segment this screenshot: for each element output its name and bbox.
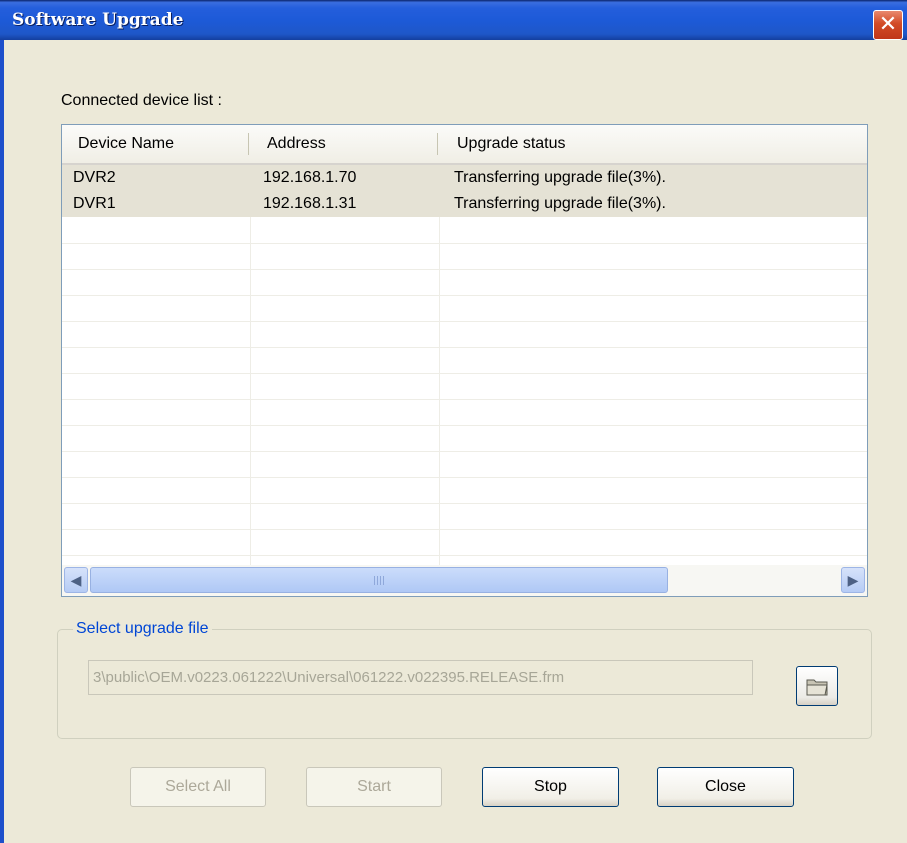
grid-line [62,477,867,478]
arrow-right-icon: ▶ [847,572,859,588]
grid-line [62,555,867,556]
cell-upgrade-status: Transferring upgrade file(3%). [454,195,666,212]
software-upgrade-dialog: Software Upgrade ✕ Connected device list… [0,0,907,843]
table-row[interactable]: DVR1 192.168.1.31 Transferring upgrade f… [62,191,867,217]
grid-line [62,451,867,452]
column-divider[interactable] [437,133,438,155]
window-close-button[interactable]: ✕ [873,10,903,40]
column-header-address[interactable]: Address [267,135,326,153]
close-icon: ✕ [878,12,898,37]
grid-line [62,243,867,244]
horizontal-scrollbar[interactable]: ◀ ▶ [62,565,867,596]
scroll-right-button[interactable]: ▶ [841,567,865,593]
scroll-left-button[interactable]: ◀ [64,567,88,593]
window-left-border [0,40,4,843]
cell-device-name: DVR1 [73,195,116,212]
window-title: Software Upgrade [12,10,184,30]
arrow-left-icon: ◀ [70,572,82,588]
scrollbar-thumb[interactable] [90,567,668,593]
stop-button[interactable]: Stop [482,767,619,807]
upgrade-file-legend: Select upgrade file [73,620,212,638]
cell-upgrade-status: Transferring upgrade file(3%). [454,169,666,186]
browse-file-button[interactable] [796,666,838,706]
cell-address: 192.168.1.31 [263,195,357,212]
close-button[interactable]: Close [657,767,794,807]
grid-line [62,321,867,322]
folder-icon [806,679,828,696]
grid-line [62,295,867,296]
cell-address: 192.168.1.70 [263,169,357,186]
grid-line [62,529,867,530]
grid-line [62,269,867,270]
device-list-label: Connected device list : [61,92,222,109]
table-row[interactable]: DVR2 192.168.1.70 Transferring upgrade f… [62,165,867,191]
grid-line [62,425,867,426]
upgrade-file-path: 3\public\OEM.v0223.061222\Universal\0612… [93,669,565,686]
grip-icon [374,576,386,585]
upgrade-file-path-field: 3\public\OEM.v0223.061222\Universal\0612… [88,660,753,695]
column-divider[interactable] [248,133,249,155]
grid-line [62,399,867,400]
title-bar[interactable]: Software Upgrade ✕ [0,0,907,40]
cell-device-name: DVR2 [73,169,116,186]
device-list-header: Device Name Address Upgrade status [62,125,867,165]
grid-line [62,373,867,374]
column-header-upgrade-status[interactable]: Upgrade status [457,135,566,153]
column-header-device-name[interactable]: Device Name [78,135,174,153]
device-list[interactable]: Device Name Address Upgrade status DVR2 … [61,124,868,597]
start-button[interactable]: Start [306,767,442,807]
grid-line [62,347,867,348]
select-all-button[interactable]: Select All [130,767,266,807]
grid-line [62,503,867,504]
